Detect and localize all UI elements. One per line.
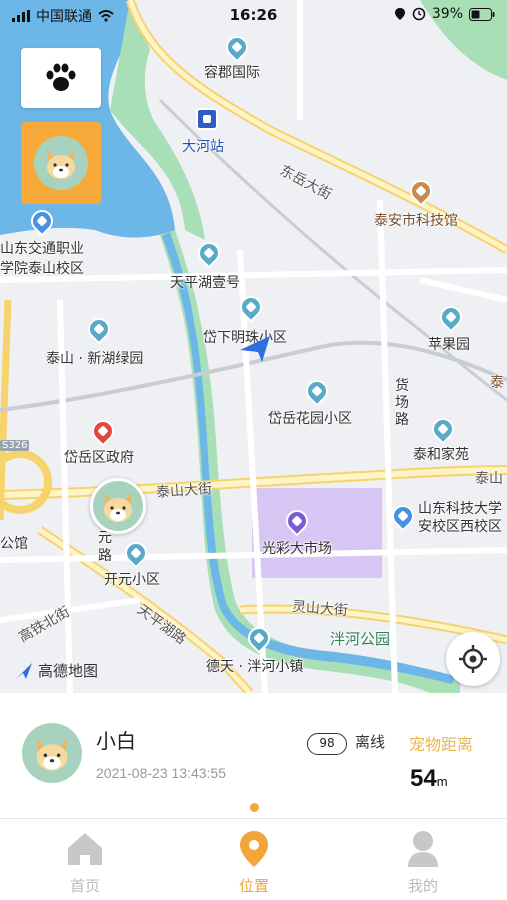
user-icon — [408, 831, 438, 867]
tab-profile[interactable]: 我的 — [383, 829, 463, 896]
page-indicator-dot — [250, 803, 259, 812]
distance-unit: m — [436, 774, 448, 789]
map-label: 山东科技大学 — [418, 501, 502, 517]
pet-avatar[interactable] — [22, 723, 82, 783]
corgi-icon — [36, 737, 68, 771]
pet-select-button[interactable] — [21, 122, 101, 204]
location-pin-icon — [240, 831, 268, 867]
map-logo: 高德地图 — [14, 660, 98, 681]
paw-icon — [46, 63, 76, 91]
metro-station-icon[interactable] — [196, 108, 218, 130]
alarm-icon — [412, 7, 426, 21]
map-label: 苹果园 — [428, 337, 470, 353]
map-label: 安校区西校区 — [418, 519, 502, 535]
crosshair-icon — [459, 645, 487, 673]
map-label: 开元小区 — [104, 572, 160, 588]
corgi-icon — [104, 492, 132, 522]
highway-shield: S326 — [0, 440, 30, 451]
map-label: 路 — [98, 548, 112, 564]
distance-value: 54m — [410, 765, 448, 793]
map-label: 泰 — [490, 375, 504, 391]
tab-label: 位置 — [238, 877, 269, 895]
tab-label: 我的 — [407, 877, 438, 895]
pet-name: 小白 — [96, 729, 136, 753]
map-label: 泰山大街 — [155, 481, 213, 501]
status-bar: 中国联通 16:26 39% — [0, 0, 507, 30]
map-label: 天平湖壹号 — [170, 275, 240, 291]
tab-home[interactable]: 首页 — [45, 829, 125, 896]
map-label: 容郡国际 — [204, 65, 260, 81]
map-label: 泰和家苑 — [413, 447, 469, 463]
map-logo-text: 高德地图 — [38, 662, 99, 680]
map-label: 学院泰山校区 — [0, 261, 84, 277]
map-label: 灵山大街 — [291, 599, 349, 619]
map-label: 光彩大市场 — [262, 541, 332, 557]
battery-badge: 98 — [307, 733, 347, 755]
distance-label: 宠物距离 — [409, 735, 474, 754]
map-label: 岱岳区政府 — [64, 450, 134, 466]
paw-button[interactable] — [21, 48, 101, 108]
user-heading-icon — [240, 336, 270, 362]
battery-icon — [469, 7, 495, 21]
pet-info-panel: 小白 2021-08-23 13:43:55 98 离线 宠物距离 54m — [0, 693, 507, 818]
battery-percent: 39% — [431, 6, 463, 22]
tab-location[interactable]: 位置 — [214, 829, 294, 896]
map-label: 泮河公园 — [330, 630, 391, 648]
amap-logo-icon — [16, 662, 32, 679]
device-status: 离线 — [355, 733, 386, 751]
distance-number: 54 — [410, 765, 437, 792]
map-label: 大河站 — [182, 139, 224, 155]
pet-avatar — [34, 136, 88, 190]
tab-label: 首页 — [69, 877, 100, 895]
corgi-icon — [47, 149, 75, 179]
map-label: 公馆 — [0, 536, 28, 552]
map-label: 泰山 · 新湖绿园 — [46, 351, 144, 367]
pet-map-marker[interactable] — [90, 478, 146, 534]
map-label: 泰安市科技馆 — [374, 213, 458, 229]
map-label: 泰山 — [475, 471, 503, 487]
status-right: 39% — [394, 6, 495, 22]
location-icon — [394, 8, 405, 20]
map-label: 山东交通职业 — [0, 241, 84, 257]
locate-button[interactable] — [446, 632, 500, 686]
map-view[interactable]: 中国联通 16:26 39% 容郡国际 大河站 东岳大街 泰安市科技馆 山东交通… — [0, 0, 507, 693]
map-label: 岱岳花园小区 — [268, 411, 352, 427]
tab-bar: 首页 位置 我的 — [0, 818, 507, 900]
last-update-time: 2021-08-23 13:43:55 — [96, 765, 226, 781]
home-icon — [68, 833, 102, 865]
map-label: 货场路 — [395, 378, 409, 428]
map-label: 德天 · 泮河小镇 — [206, 659, 304, 675]
